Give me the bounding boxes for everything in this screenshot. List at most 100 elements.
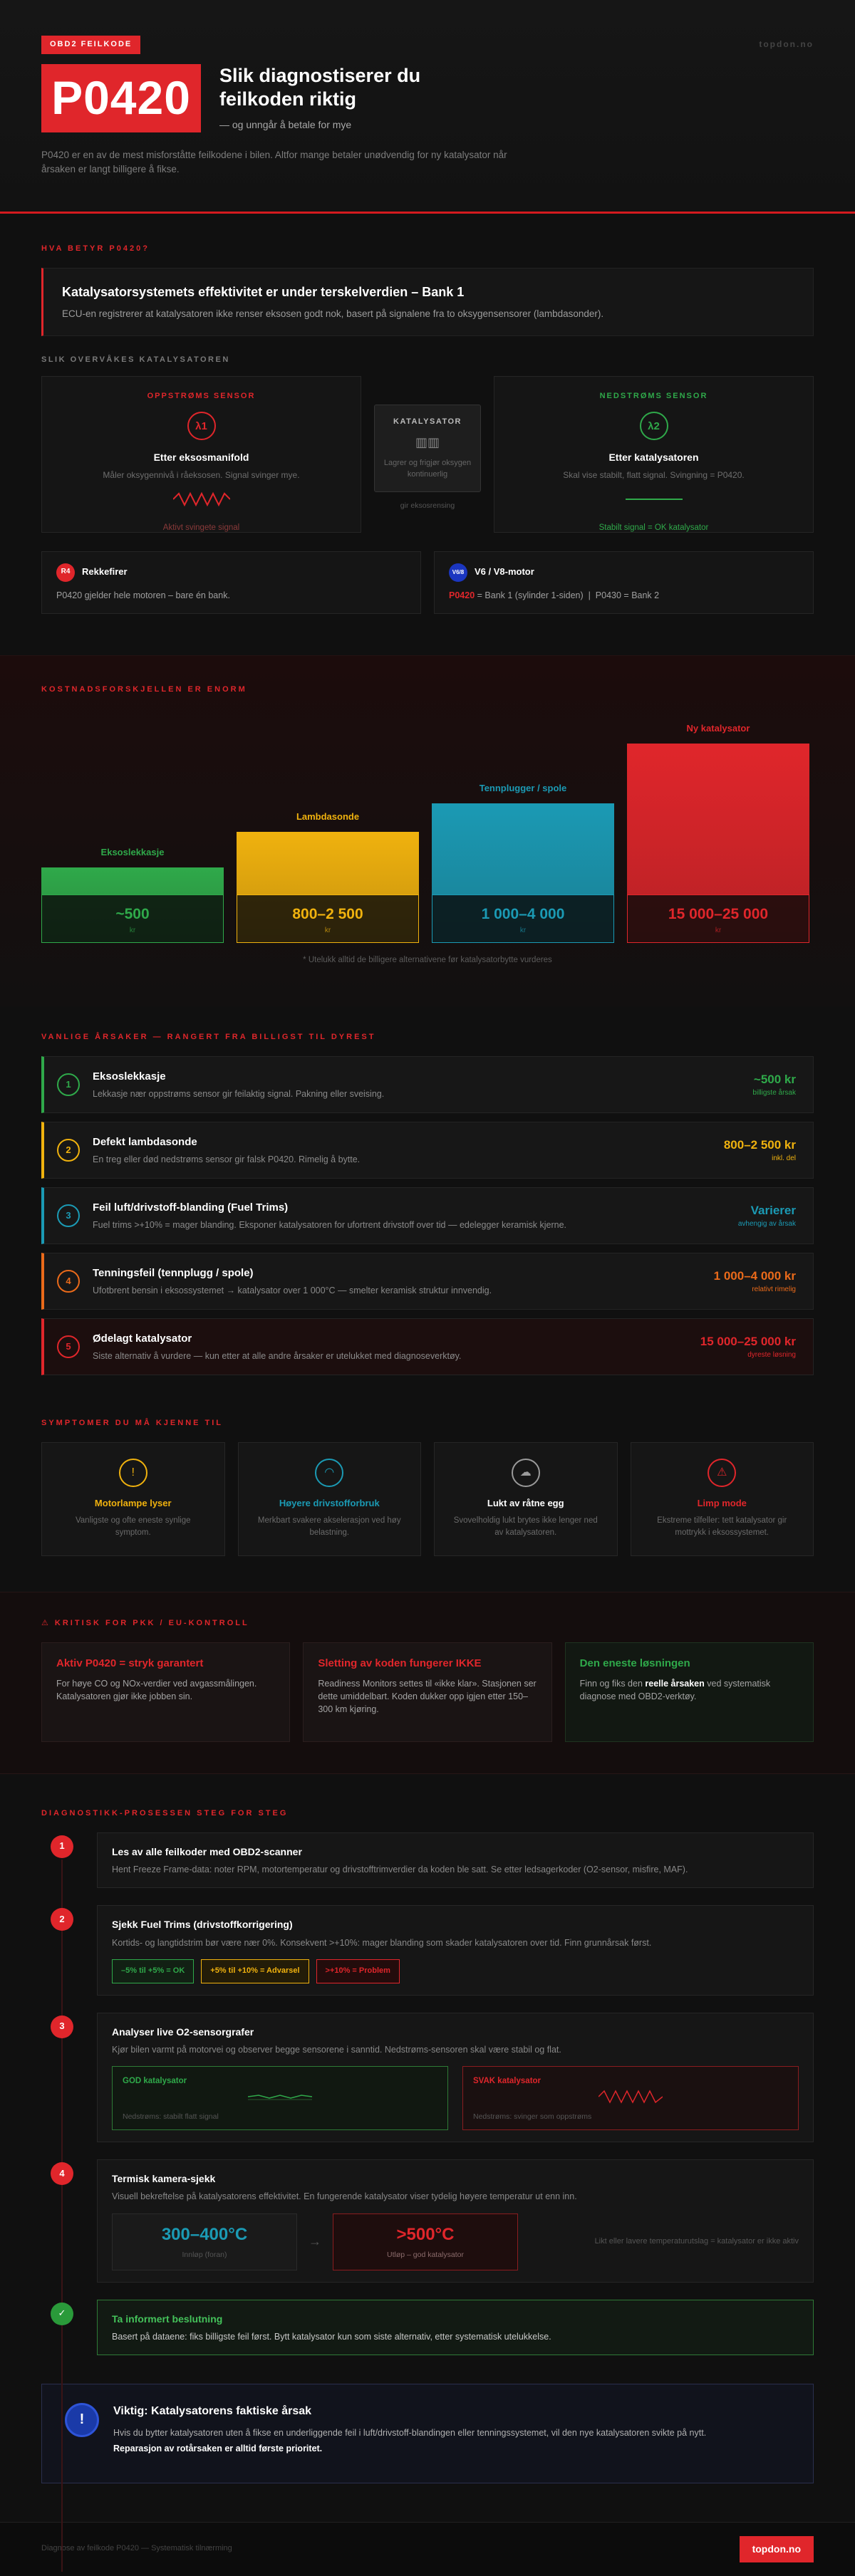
lambda-2-icon: λ2 xyxy=(639,412,668,441)
monitor-label: SLIK OVERVÅKES KATALYSATOREN xyxy=(41,355,230,364)
section-label: ⚠ KRITISK FOR PKK / EU-KONTROLL xyxy=(41,1619,249,1628)
trim-ok: –5% til +5% = OK xyxy=(112,1959,195,1983)
downstream-note: Stabilt signal = OK katalysator xyxy=(598,523,709,533)
cost-bar: Tennplugger / spole 1 000–4 000 kr xyxy=(432,782,614,944)
meaning-box: Katalysatorsystemets effektivitet er und… xyxy=(41,267,814,336)
cost-bar-fill: 800–2 500 kr xyxy=(237,832,419,944)
downstream-title: Etter katalysatoren xyxy=(608,452,699,464)
symptom-title: Limp mode xyxy=(697,1498,747,1509)
meaning-section: HVA BETYR P0420? Katalysatorsystemets ef… xyxy=(0,214,855,614)
hero-description: P0420 er en av de mest misforståtte feil… xyxy=(41,149,507,174)
footer-text: Diagnose av feilkode P0420 — Systematisk… xyxy=(41,2544,232,2553)
step-title: Les av alle feilkoder med OBD2-scanner xyxy=(112,1845,302,1857)
engine-desc: P0420 gjelder hele motoren – bare én ban… xyxy=(56,590,230,600)
symptoms-section: SYMPTOMER DU MÅ KJENNE TIL ! Motorlampe l… xyxy=(0,1384,855,1592)
cause-price: 1 000–4 000 kr xyxy=(713,1268,796,1283)
engine-card-v6: V6/8 V6 / V8-motor P0420 = Bank 1 (sylin… xyxy=(434,551,814,614)
arrow-right-icon: → xyxy=(309,2234,321,2249)
brand-top[interactable]: topdon.no xyxy=(759,38,814,51)
o2-bad-desc: Nedstrøms: svinger som oppstrøms xyxy=(473,2112,592,2121)
cause-desc: Ufotbrent bensin i eksossystemet → katal… xyxy=(93,1285,492,1295)
engine-code: P0420 xyxy=(449,590,475,600)
cause-price: 15 000–25 000 kr xyxy=(700,1334,796,1348)
upstream-title: Etter eksosmanifold xyxy=(153,452,249,464)
important-title: Viktig: Katalysatorens faktiske årsak xyxy=(113,2404,312,2417)
hero: topdon.no OBD2 FEILKODE P0420 Slik diagn… xyxy=(0,0,855,214)
cause-title: Tenningsfeil (tennplugg / spole) xyxy=(93,1267,254,1280)
step-title: Termisk kamera-sjekk xyxy=(112,2173,216,2185)
temp-inlet: 300–400°C Innløp (foran) xyxy=(112,2213,297,2270)
step-number: 3 xyxy=(51,2015,73,2038)
eu-card-title: Sletting av koden fungerer IKKE xyxy=(318,1657,482,1669)
cost-bar-fill: ~500 kr xyxy=(41,867,224,944)
temp-outlet: >500°C Utløp – god katalysator xyxy=(333,2213,518,2270)
v6-icon: V6/8 xyxy=(449,563,467,582)
o2-good-title: GOD katalysator xyxy=(123,2077,187,2086)
symptom-card: ⚠ Limp mode Ekstreme tilfeller: tett katal… xyxy=(630,1442,814,1557)
cost-bar: Lambdasonde 800–2 500 kr xyxy=(237,810,419,944)
cause-item: 4 Tenningsfeil (tennplugg / spole) Ufotbre… xyxy=(41,1253,814,1310)
warning-icon: ! xyxy=(118,1459,147,1488)
symptom-desc: Svovelholdig lukt brytes ikke lenger ned… xyxy=(453,1516,598,1537)
obd-badge: OBD2 FEILKODE xyxy=(41,36,141,54)
section-label: HVA BETYR P0420? xyxy=(41,244,150,253)
cause-number: 3 xyxy=(57,1204,80,1228)
symptom-card: ◠ Høyere drivstofforbruk Merkbart svakere … xyxy=(237,1442,421,1557)
step-4: 4 Termisk kamera-sjekk Visuell bekreftel… xyxy=(41,2159,814,2283)
catalyst-flow: gir eksosrensing xyxy=(400,501,455,511)
cause-title: Feil luft/drivstoff-blanding (Fuel Trims… xyxy=(93,1201,289,1214)
cost-bar-fill: 15 000–25 000 kr xyxy=(627,744,809,944)
downstream-sensor-card: NEDSTRØMS SENSOR λ2 Etter katalysatoren … xyxy=(494,375,814,533)
meaning-title: Katalysatorsystemets effektivitet er und… xyxy=(62,284,465,299)
cause-title: Eksoslekkasje xyxy=(93,1070,166,1083)
fault-code: P0420 xyxy=(41,63,201,132)
upstream-sensor-card: OPPSTRØMS SENSOR λ1 Etter eksosmanifold … xyxy=(41,375,361,533)
temp-inlet-value: 300–400°C xyxy=(161,2224,248,2244)
o2-bad-card: SVAK katalysator Nedstrøms: svinger som … xyxy=(462,2066,799,2131)
step-desc: Kjør bilen varmt på motorvei og observer… xyxy=(112,2044,561,2055)
step-1: 1 Les av alle feilkoder med OBD2-scanner… xyxy=(41,1832,814,1889)
cost-bar-fill: 1 000–4 000 kr xyxy=(432,803,614,944)
step-desc: Basert på dataene: fiks billigste feil f… xyxy=(112,2331,551,2342)
section-label: VANLIGE ÅRSAKER — RANGERT FRA BILLIGST T… xyxy=(41,1033,376,1042)
eu-card: Sletting av koden fungerer IKKE Readines… xyxy=(303,1642,552,1742)
section-label: SYMPTOMER DU MÅ KJENNE TIL xyxy=(41,1419,224,1428)
footer-brand-link[interactable]: topdon.no xyxy=(739,2536,814,2562)
trim-problem: >+10% = Problem xyxy=(316,1959,400,1983)
symptom-card: ☁ Lukt av råtne egg Svovelholdig lukt bryt… xyxy=(434,1442,618,1557)
step-2: 2 Sjekk Fuel Trims (drivstoffkorrigering… xyxy=(41,1905,814,1996)
engine-title: V6 / V8-motor xyxy=(475,566,534,578)
eu-card-desc: For høye CO og NOx-verdier ved avgassmål… xyxy=(56,1678,257,1701)
section-label: KOSTNADSFORSKJELLEN ER ENORM xyxy=(41,684,247,694)
gauge-icon: ◠ xyxy=(315,1459,344,1488)
cause-note: inkl. del xyxy=(772,1154,796,1163)
symptom-card: ! Motorlampe lyser Vanligste og ofte enest… xyxy=(41,1442,225,1557)
page-title: Slik diagnostiserer du feilkoden riktig xyxy=(219,65,421,110)
upstream-label: OPPSTRØMS SENSOR xyxy=(147,391,256,400)
cause-title: Defekt lambdasonde xyxy=(93,1136,197,1149)
trim-warning: +5% til +10% = Advarsel xyxy=(201,1959,309,1983)
cause-number: 2 xyxy=(57,1139,80,1162)
catalyst-label: KATALYSATOR xyxy=(393,417,462,426)
step-desc: Kortids- og langtidstrim bør være nær 0%… xyxy=(112,1937,652,1948)
eu-card-bold: reelle årsaken xyxy=(645,1678,705,1689)
footer: Diagnose av feilkode P0420 — Systematisk… xyxy=(0,2521,855,2576)
cost-value: 15 000–25 000 xyxy=(668,906,769,923)
catalyst-icon: ▥▥ xyxy=(415,435,440,450)
steps-section: DIAGNOSTIKK-PROSESSEN STEG FOR STEG 1 Le… xyxy=(0,1774,855,2572)
smell-icon: ☁ xyxy=(511,1459,540,1488)
temp-outlet-label: Utløp – god katalysator xyxy=(387,2251,464,2260)
cost-section: KOSTNADSFORSKJELLEN ER ENORM Eksoslekkas… xyxy=(0,655,855,1007)
cause-note: billigste årsak xyxy=(752,1089,796,1097)
cause-desc: En treg eller død nedstrøms sensor gir f… xyxy=(93,1154,361,1164)
r4-icon: R4 xyxy=(56,563,75,582)
important-desc: Hvis du bytter katalysatoren uten å fiks… xyxy=(113,2428,707,2439)
cause-price: ~500 kr xyxy=(753,1072,796,1086)
cause-number: 5 xyxy=(57,1335,80,1359)
cause-item: 3 Feil luft/drivstoff-blanding (Fuel Trim… xyxy=(41,1187,814,1245)
cause-number: 4 xyxy=(57,1270,80,1293)
cause-desc: Siste alternativ å vurdere — kun etter a… xyxy=(93,1350,462,1361)
limp-icon: ⚠ xyxy=(708,1459,737,1488)
cost-chart: Eksoslekkasje ~500 kr Lambdasonde 800–2 500 k… xyxy=(41,708,814,944)
cost-bar-label: Tennplugger / spole xyxy=(479,783,567,794)
